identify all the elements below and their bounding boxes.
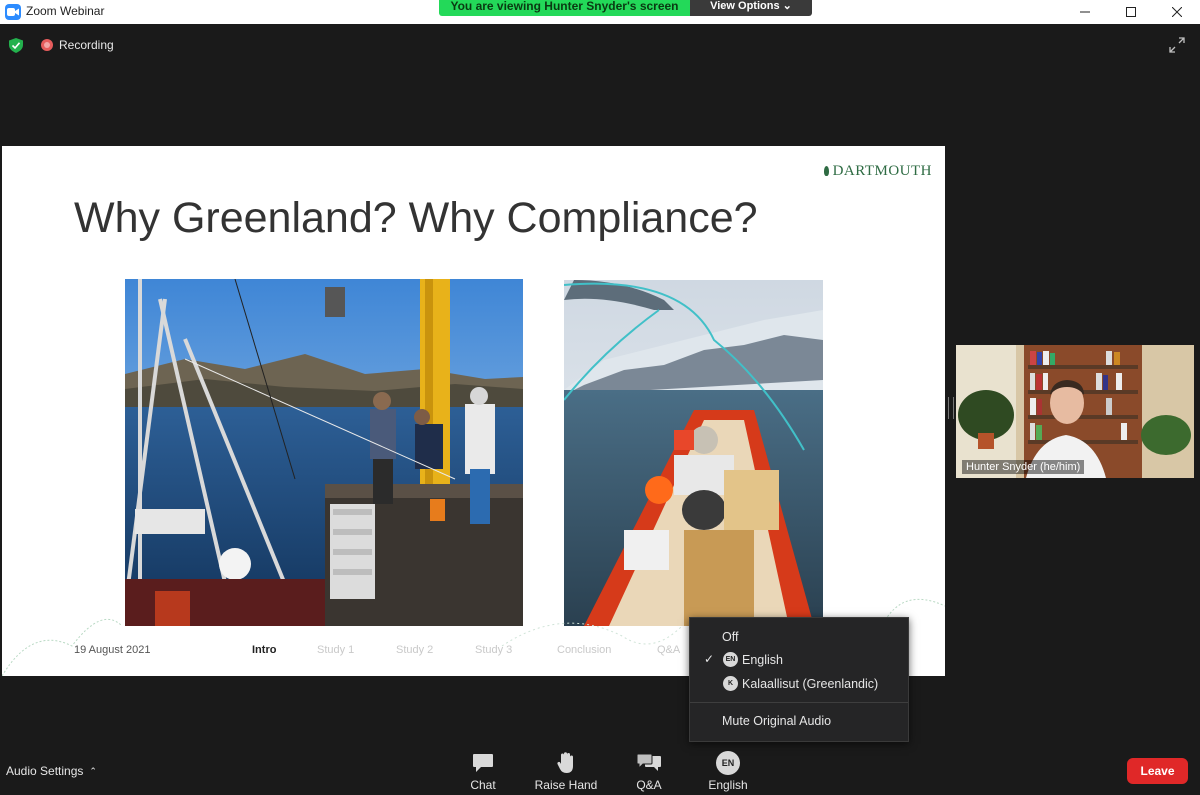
menu-item-english[interactable]: ✓ EN English bbox=[690, 649, 908, 671]
chat-button[interactable]: Chat bbox=[448, 750, 518, 792]
menu-item-mute-original-audio[interactable]: Mute Original Audio bbox=[690, 710, 908, 732]
audio-settings-label: Audio Settings bbox=[6, 764, 84, 778]
menu-item-kalaallisut[interactable]: K Kalaallisut (Greenlandic) bbox=[690, 673, 908, 695]
encryption-shield-icon[interactable] bbox=[9, 38, 23, 53]
qa-icon bbox=[636, 753, 661, 771]
checkmark-icon: ✓ bbox=[704, 652, 715, 666]
maximize-button[interactable] bbox=[1108, 0, 1154, 24]
pine-icon bbox=[823, 166, 829, 176]
k-language-icon: K bbox=[723, 676, 738, 691]
menu-item-off[interactable]: Off bbox=[690, 626, 908, 648]
brand-text: DARTMOUTH bbox=[832, 163, 932, 179]
raise-hand-label: Raise Hand bbox=[534, 778, 598, 792]
en-language-icon: EN bbox=[723, 652, 738, 667]
maximize-icon bbox=[1126, 7, 1136, 17]
viewing-screen-banner: You are viewing Hunter Snyder's screen bbox=[439, 0, 690, 16]
slide-title: Why Greenland? Why Compliance? bbox=[74, 194, 758, 242]
view-options-button[interactable]: View Options ⌄ bbox=[690, 0, 812, 16]
close-icon bbox=[1172, 7, 1182, 17]
caret-up-icon: ⌃ bbox=[89, 766, 97, 776]
close-button[interactable] bbox=[1154, 0, 1200, 24]
qa-label: Q&A bbox=[636, 778, 662, 792]
chevron-down-icon: ⌄ bbox=[782, 0, 792, 12]
shared-screen-slide: DARTMOUTH Why Greenland? Why Compliance? bbox=[2, 146, 945, 676]
raise-hand-button[interactable]: Raise Hand bbox=[531, 750, 601, 792]
speaker-name-label: Hunter Snyder (he/him) bbox=[962, 460, 1085, 474]
window-title: Zoom Webinar bbox=[26, 4, 105, 18]
qa-button[interactable]: Q&A bbox=[614, 750, 684, 792]
speaker-video-frame bbox=[956, 345, 1194, 478]
dartmouth-logo: DARTMOUTH bbox=[823, 163, 932, 180]
title-bar: Zoom Webinar You are viewing Hunter Snyd… bbox=[0, 0, 1200, 24]
chat-label: Chat bbox=[470, 778, 496, 792]
leave-button[interactable]: Leave bbox=[1127, 758, 1188, 784]
language-interpretation-button[interactable]: EN English bbox=[693, 750, 763, 792]
audio-settings-button[interactable]: Audio Settings ⌃ bbox=[6, 764, 97, 778]
menu-item-kalaallisut-label: Kalaallisut (Greenlandic) bbox=[742, 677, 879, 691]
language-label: English bbox=[708, 778, 748, 792]
fullscreen-icon[interactable] bbox=[1169, 37, 1185, 53]
minimize-icon bbox=[1080, 11, 1090, 13]
chat-icon bbox=[473, 754, 493, 772]
mute-original-audio-label: Mute Original Audio bbox=[722, 714, 832, 728]
zoom-logo-icon bbox=[5, 4, 21, 20]
minimize-button[interactable] bbox=[1062, 0, 1108, 24]
menu-item-off-label: Off bbox=[722, 630, 739, 644]
recording-status: Recording bbox=[59, 38, 114, 52]
language-interpretation-menu: Off ✓ EN English K Kalaallisut (Greenlan… bbox=[689, 617, 909, 742]
recording-icon bbox=[41, 39, 53, 51]
view-options-label: View Options bbox=[710, 0, 780, 12]
menu-divider bbox=[690, 702, 908, 703]
menu-item-english-label: English bbox=[742, 653, 783, 667]
panel-resize-handle[interactable] bbox=[948, 397, 954, 419]
raise-hand-icon bbox=[557, 752, 573, 773]
speaker-video[interactable]: Hunter Snyder (he/him) bbox=[956, 345, 1194, 478]
en-language-icon: EN bbox=[716, 751, 740, 775]
